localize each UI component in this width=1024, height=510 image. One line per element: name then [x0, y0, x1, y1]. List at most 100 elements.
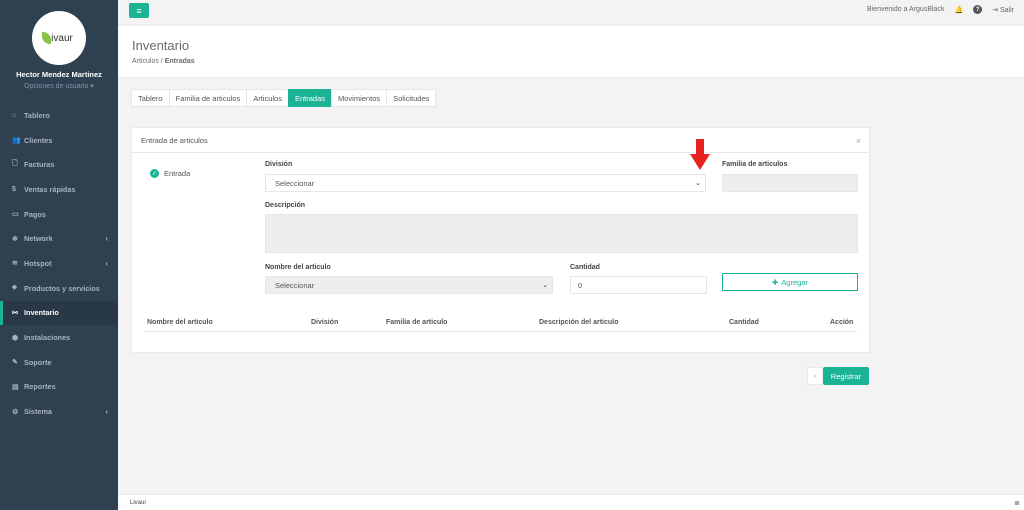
logout-label: Salir: [999, 6, 1014, 14]
user-name: Hector Mendez Martinez: [16, 70, 102, 79]
sidebar-item-label: Sistema: [24, 407, 52, 417]
division-select[interactable]: Seleccionar ⌄: [265, 174, 706, 192]
entry-option[interactable]: ✓ Entrada: [150, 169, 190, 178]
sidebar-item-label: Pagos: [24, 209, 46, 219]
sidebar-item-instalaciones[interactable]: ⬢ Instalaciones: [0, 325, 118, 350]
entry-panel: Entrada de articulos × ✓ Entrada Divisió…: [131, 127, 870, 353]
familia-field: [722, 174, 858, 192]
page-heading: Inventario Articulos / Entradas: [118, 26, 1024, 78]
logo-text: ivaur: [51, 32, 73, 44]
sidebar-item-label: Reportes: [24, 382, 56, 392]
breadcrumb-parent[interactable]: Articulos: [132, 58, 159, 65]
tab-articulos[interactable]: Articulos: [246, 89, 288, 107]
chevron-down-icon: ⌄: [542, 282, 548, 289]
familia-label: Familia de articulos: [722, 161, 788, 168]
sidebar-item-soporte[interactable]: ✎ Soporte: [0, 350, 118, 375]
breadcrumb: Articulos / Entradas: [132, 58, 1024, 65]
table-header-divider: [144, 331, 857, 332]
sidebar-item-hotspot[interactable]: ≋ Hotspot ‹: [0, 251, 118, 276]
sidebar-item-icon: ⬢: [12, 334, 19, 342]
sidebar-item-clientes[interactable]: 👥 Clientes: [0, 128, 118, 153]
sidebar-item-icon: ⌂: [12, 111, 17, 119]
profile: ivaur Hector Mendez Martinez Opciones de…: [0, 0, 118, 103]
sidebar-item-icon: $: [12, 185, 16, 193]
sidebar-item-tablero[interactable]: ⌂ Tablero: [0, 103, 118, 128]
register-button[interactable]: Registrar: [823, 367, 869, 385]
sidebar-item-icon: ▤: [12, 383, 19, 391]
sidebar-item-pagos[interactable]: ▭ Pagos: [0, 202, 118, 227]
cantidad-label: Cantidad: [570, 264, 600, 271]
sidebar-nav: ⌂ Tablero 👥 Clientes 🗋 Facturas $ Ventas rápida…: [0, 103, 118, 424]
sidebar-item-label: Clientes: [24, 135, 53, 145]
chevron-down-icon: ⌄: [695, 180, 701, 187]
chevron-left-icon: ‹: [105, 407, 108, 417]
tab-movimientos[interactable]: Movimientos: [331, 89, 387, 107]
sidebar-item-icon: ✎: [12, 359, 18, 367]
sidebar-item-reportes[interactable]: ▤ Reportes: [0, 375, 118, 400]
col-header-nombre: Nombre del articulo: [147, 319, 213, 326]
footer-menu-icon[interactable]: ≣: [1014, 499, 1020, 507]
col-header-familia: Familia de articulo: [386, 319, 448, 326]
welcome-text: Bienvenido a ArgusBlack: [867, 6, 945, 13]
sidebar-item-network[interactable]: ❄ Network ‹: [0, 226, 118, 251]
logout-icon: ⇥: [992, 6, 999, 14]
close-icon[interactable]: ×: [856, 136, 861, 146]
chevron-left-icon: ‹: [105, 258, 108, 268]
add-button-label: Agregar: [781, 277, 808, 287]
col-header-division: División: [311, 319, 339, 326]
tabs: Tablero Familia de articulos Articulos E…: [131, 89, 437, 107]
sidebar-item-inventario[interactable]: ⚯ Inventario: [0, 300, 118, 326]
footer-text: Livaur: [130, 499, 147, 506]
tab-solicitudes[interactable]: Solicitudes: [386, 89, 437, 107]
sidebar-item-ventas-r-pidas[interactable]: $ Ventas rápidas: [0, 177, 118, 202]
division-label: División: [265, 161, 293, 168]
logo: ivaur: [32, 11, 86, 65]
red-arrow-down-icon: [690, 139, 710, 170]
page-title: Inventario: [132, 38, 190, 53]
sidebar-item-icon: ⚯: [12, 309, 18, 317]
topbar-right: Bienvenido a ArgusBlack 🔔 ? ⇥ Salir: [867, 5, 1014, 14]
user-options-dropdown[interactable]: Opciones de usuario ▾: [0, 82, 118, 90]
sidebar-item-icon: ❄: [12, 235, 18, 243]
sidebar-item-label: Facturas: [24, 160, 55, 170]
check-circle-icon: ✓: [150, 169, 159, 178]
sidebar-item-label: Tablero: [24, 110, 50, 120]
leaf-logo-icon: [42, 32, 51, 44]
descripcion-textarea[interactable]: [265, 214, 858, 253]
entry-option-label: Entrada: [164, 169, 191, 178]
nombre-articulo-label: Nombre del articulo: [265, 264, 331, 271]
sidebar-item-icon: ▭: [12, 211, 19, 219]
cantidad-input[interactable]: 0: [570, 276, 707, 294]
col-header-descripcion: Descripción del articulo: [539, 319, 619, 326]
nombre-articulo-select[interactable]: Seleccionar ⌄: [265, 276, 553, 294]
col-header-cantidad: Cantidad: [729, 319, 759, 326]
panel-header: Entrada de articulos ×: [132, 128, 869, 153]
sidebar-item-icon: ⬥: [12, 284, 17, 292]
sidebar-item-sistema[interactable]: ⚙ Sistema ‹: [0, 399, 118, 424]
footer: Livaur ≣: [118, 494, 1024, 510]
sidebar-item-label: Ventas rápidas: [24, 184, 76, 194]
sidebar-item-facturas[interactable]: 🗋 Facturas: [0, 152, 118, 177]
plus-icon: ✚: [772, 277, 779, 287]
menu-toggle-button[interactable]: ≡: [129, 3, 149, 18]
sidebar-item-icon: ⚙: [12, 408, 19, 416]
breadcrumb-current: Entradas: [164, 58, 195, 65]
bell-icon[interactable]: 🔔: [954, 6, 963, 14]
division-select-value: Seleccionar: [275, 178, 315, 188]
sidebar-item-icon: 👥: [12, 137, 21, 145]
tab-familia-de-articulos[interactable]: Familia de articulos: [168, 89, 247, 107]
col-header-accion: Acción: [830, 319, 854, 326]
previous-button[interactable]: ‹: [807, 367, 823, 385]
sidebar-item-productos-y-servicios[interactable]: ⬥ Productos y servicios: [0, 276, 118, 301]
tab-entradas[interactable]: Entradas: [287, 89, 332, 107]
sidebar-item-label: Productos y servicios: [24, 283, 100, 293]
add-button[interactable]: ✚ Agregar: [722, 273, 858, 291]
sidebar-item-label: Soporte: [24, 357, 52, 367]
sidebar-item-icon: 🗋: [12, 160, 18, 168]
nombre-articulo-value: Seleccionar: [275, 280, 315, 290]
help-icon[interactable]: ?: [973, 5, 983, 14]
sidebar-item-icon: ≋: [12, 260, 18, 268]
logout-link[interactable]: ⇥ Salir: [992, 6, 1014, 14]
panel-title: Entrada de articulos: [141, 135, 208, 145]
tab-tablero[interactable]: Tablero: [131, 89, 169, 107]
